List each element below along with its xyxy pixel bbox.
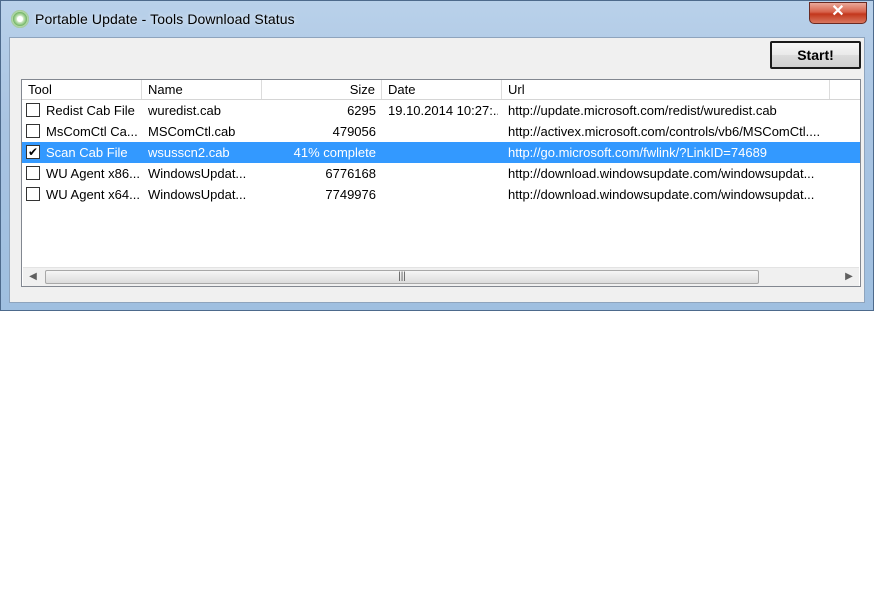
scroll-thumb[interactable]: ||| <box>45 270 759 284</box>
cell-tool: WU Agent x64... <box>46 187 140 202</box>
list-header: Tool Name Size Date Url <box>22 80 860 100</box>
cell-tool: WU Agent x86... <box>46 166 140 181</box>
horizontal-scrollbar[interactable]: ◀ ||| ▶ <box>23 267 859 286</box>
app-gear-icon <box>11 10 29 28</box>
table-row[interactable]: Redist Cab File wuredist.cab 6295 19.10.201… <box>22 100 860 121</box>
column-header-date[interactable]: Date <box>382 80 502 99</box>
cell-url: http://go.microsoft.com/fwlink/?LinkID=7… <box>508 145 768 160</box>
cell-name: WindowsUpdat... <box>148 166 247 181</box>
cell-name: wsusscn2.cab <box>148 145 230 160</box>
cell-size: 41% complete <box>293 145 376 160</box>
close-button[interactable]: ✕ <box>809 2 867 24</box>
cell-url: http://download.windowsupdate.com/window… <box>508 166 815 181</box>
table-row[interactable]: WU Agent x86... WindowsUpdat... 6776168 htt… <box>22 163 860 184</box>
cell-size: 479056 <box>332 124 376 139</box>
cell-name: WindowsUpdat... <box>148 187 247 202</box>
start-button[interactable]: Start! <box>770 41 861 69</box>
cell-date <box>388 184 498 205</box>
scroll-left-icon[interactable]: ◀ <box>25 269 41 285</box>
cell-date: 19.10.2014 10:27:... <box>388 103 498 118</box>
cell-size: 7749976 <box>325 187 376 202</box>
table-row[interactable]: MsComCtl Ca... MSComCtl.cab 479056 http://a… <box>22 121 860 142</box>
title-bar[interactable]: Portable Update - Tools Download Status … <box>1 1 873 37</box>
column-header-url[interactable]: Url <box>502 80 830 99</box>
cell-name: wuredist.cab <box>148 103 221 118</box>
cell-tool: Scan Cab File <box>46 145 128 160</box>
column-header-size[interactable]: Size <box>262 80 382 99</box>
table-row[interactable]: WU Agent x64... WindowsUpdat... 7749976 htt… <box>22 184 860 205</box>
cell-date <box>388 121 498 142</box>
cell-tool: MsComCtl Ca... <box>46 124 138 139</box>
cell-url: http://update.microsoft.com/redist/wured… <box>508 103 777 118</box>
checkbox-checked-icon[interactable]: ✔ <box>26 145 40 159</box>
cell-name: MSComCtl.cab <box>148 124 236 139</box>
table-row[interactable]: ✔ Scan Cab File wsusscn2.cab 41% complete ht… <box>22 142 860 163</box>
cell-size: 6776168 <box>325 166 376 181</box>
app-window: Portable Update - Tools Download Status … <box>0 0 874 311</box>
cell-url: http://activex.microsoft.com/controls/vb… <box>508 124 821 139</box>
cell-date <box>388 163 498 184</box>
downloads-list[interactable]: Tool Name Size Date Url Redist Cab File w… <box>21 79 861 287</box>
cell-date <box>388 142 498 163</box>
window-title: Portable Update - Tools Download Status <box>35 11 295 27</box>
checkbox-icon[interactable] <box>26 124 40 138</box>
cell-tool: Redist Cab File <box>46 103 135 118</box>
cell-url: http://download.windowsupdate.com/window… <box>508 187 815 202</box>
checkbox-icon[interactable] <box>26 103 40 117</box>
column-header-tool[interactable]: Tool <box>22 80 142 99</box>
column-header-name[interactable]: Name <box>142 80 262 99</box>
cell-size: 6295 <box>347 103 376 118</box>
checkbox-icon[interactable] <box>26 166 40 180</box>
checkbox-icon[interactable] <box>26 187 40 201</box>
scroll-right-icon[interactable]: ▶ <box>841 269 857 285</box>
client-area: Start! Tool Name Size Date Url Redist Ca… <box>9 37 865 303</box>
